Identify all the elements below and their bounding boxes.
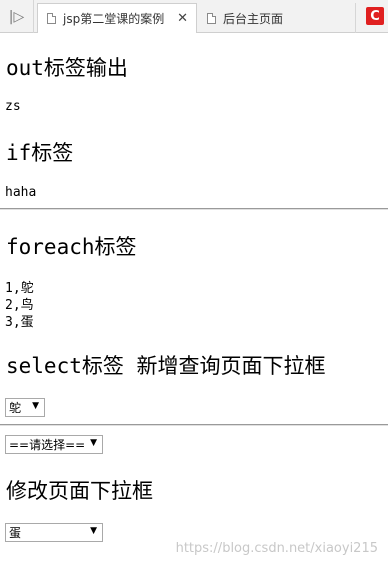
tab-admin-home[interactable]: 后台主页面	[198, 3, 356, 33]
close-icon[interactable]: ✕	[177, 11, 188, 26]
out-value: zs	[5, 99, 21, 114]
dropdown-arrow-icon: ▼	[32, 401, 39, 411]
out-heading: out标签输出	[6, 56, 128, 80]
select-value: 蛋	[9, 526, 22, 540]
select-value: 鸵	[9, 401, 22, 415]
ostrich-select[interactable]: 鸵 ▼	[5, 398, 45, 417]
select-heading: select标签 新增查询页面下拉框	[6, 354, 326, 378]
dropdown-arrow-icon: ▼	[90, 526, 97, 536]
dropdown-arrow-icon: ▼	[90, 438, 97, 448]
tab-title: jsp第二堂课的案例	[63, 12, 165, 26]
browser-logo-icon[interactable]: C	[366, 7, 384, 25]
browser-tab-bar: |▷ jsp第二堂课的案例 ✕ 后台主页面 C	[0, 0, 388, 33]
foreach-heading: foreach标签	[6, 235, 137, 259]
if-value: haha	[5, 185, 37, 200]
tab-title: 后台主页面	[223, 11, 284, 26]
add-query-select[interactable]: ==请选择== ▼	[5, 435, 103, 454]
edit-select[interactable]: 蛋 ▼	[5, 523, 103, 542]
page-icon	[47, 13, 56, 24]
foreach-item: 3,蛋	[5, 315, 34, 330]
edit-heading: 修改页面下拉框	[6, 479, 153, 503]
divider	[0, 424, 388, 426]
divider	[0, 208, 388, 210]
tab-jsp-case[interactable]: jsp第二堂课的案例 ✕	[37, 3, 197, 33]
watermark: https://blog.csdn.net/xiaoyi215	[175, 541, 378, 556]
select-value: ==请选择==	[9, 438, 86, 452]
page-icon	[207, 12, 216, 24]
sidebar-toggle-icon[interactable]: |▷	[0, 0, 34, 33]
if-heading: if标签	[6, 141, 74, 165]
